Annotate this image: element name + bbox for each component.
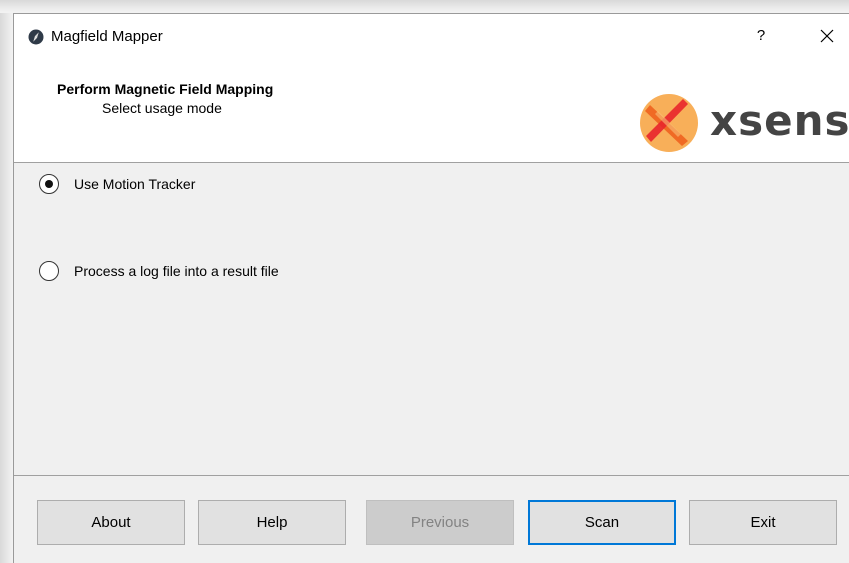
- scan-button[interactable]: Scan: [528, 500, 676, 545]
- page-title: Perform Magnetic Field Mapping: [57, 81, 274, 97]
- close-icon: [820, 29, 834, 43]
- window-title: Magfield Mapper: [51, 28, 163, 45]
- radio-use-motion-tracker[interactable]: Use Motion Tracker: [39, 174, 195, 194]
- exit-button[interactable]: Exit: [689, 500, 837, 545]
- dialog-window: Magfield Mapper ? Perform Magnetic Field…: [13, 13, 849, 563]
- xsens-logo-mark: [640, 94, 698, 152]
- previous-button[interactable]: Previous: [366, 500, 514, 545]
- help-button[interactable]: Help: [198, 500, 346, 545]
- xsens-logo: xsens: [638, 91, 849, 155]
- close-button[interactable]: [804, 14, 849, 59]
- compass-icon: [28, 29, 44, 45]
- radio-label: Use Motion Tracker: [74, 176, 196, 192]
- xsens-logo-text: xsens: [710, 96, 849, 145]
- page-subtitle: Select usage mode: [102, 100, 222, 116]
- radio-dot: [45, 180, 53, 188]
- background-window-edge: [0, 0, 13, 563]
- title-bar: Magfield Mapper ?: [14, 14, 849, 59]
- about-button[interactable]: About: [37, 500, 185, 545]
- radio-label: Process a log file into a result file: [74, 263, 279, 279]
- radio-button-selected[interactable]: [39, 174, 59, 194]
- footer-divider: [14, 475, 849, 476]
- radio-process-log-file[interactable]: Process a log file into a result file: [39, 261, 279, 281]
- radio-button-unselected[interactable]: [39, 261, 59, 281]
- wizard-header: Perform Magnetic Field Mapping Select us…: [14, 59, 849, 163]
- background-window-edge-top: [0, 0, 849, 13]
- help-title-button[interactable]: ?: [738, 14, 784, 59]
